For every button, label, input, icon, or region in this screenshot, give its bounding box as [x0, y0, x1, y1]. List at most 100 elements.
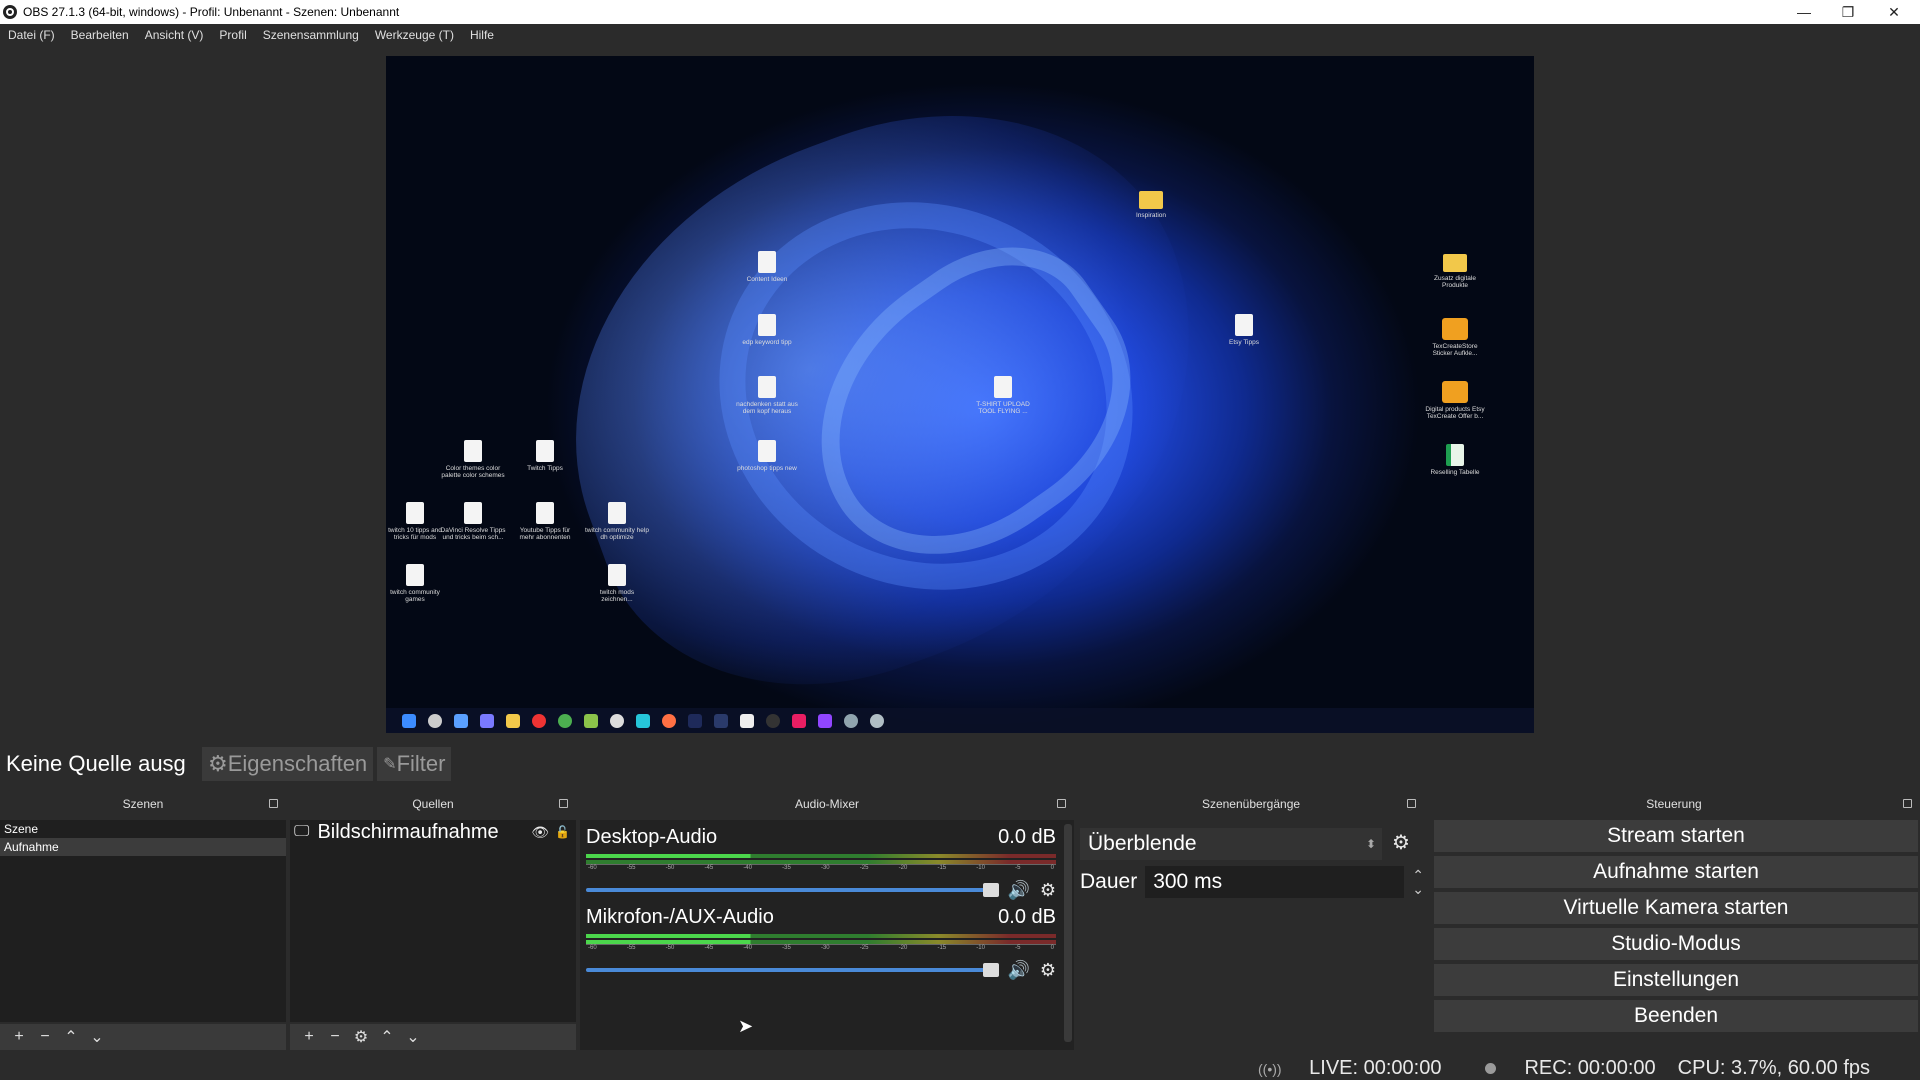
- channel-name: Mikrofon-/AUX-Audio: [586, 906, 774, 928]
- scenes-dock: Szenen Szene Aufnahme + − ⌃ ⌄: [0, 792, 286, 1050]
- volume-slider-handle[interactable]: [983, 963, 1000, 977]
- volume-slider[interactable]: [586, 883, 1000, 897]
- menu-tools[interactable]: Werkzeuge (T): [367, 28, 462, 42]
- desktop-icon: Youtube Tipps für mehr abonnenten: [512, 502, 578, 541]
- app-icon: [1442, 381, 1468, 403]
- visibility-eye-icon[interactable]: 👁: [531, 824, 549, 841]
- duration-spinbox[interactable]: 300 ms: [1145, 866, 1405, 898]
- volume-slider-handle[interactable]: [983, 883, 1000, 897]
- exit-button[interactable]: Beenden: [1434, 1000, 1918, 1032]
- cpu-indicator: CPU: 3.7%, 60.00 fps: [1677, 1056, 1870, 1079]
- folder-icon: [1443, 254, 1467, 272]
- volume-slider[interactable]: [586, 963, 1000, 977]
- level-meter: [586, 854, 1056, 858]
- move-up-button[interactable]: ⌃: [58, 1024, 84, 1050]
- controls-dock-title: Steuerung: [1428, 792, 1920, 816]
- menu-view[interactable]: Ansicht (V): [137, 28, 212, 42]
- speaker-icon[interactable]: 🔊: [1007, 880, 1029, 901]
- add-source-button[interactable]: +: [296, 1024, 322, 1050]
- audio-mixer-dock: Audio-Mixer Desktop-Audio 0.0 dB -60 -55-…: [580, 792, 1074, 1050]
- obs-logo-icon: [3, 5, 17, 19]
- document-icon: [758, 376, 776, 398]
- menu-file[interactable]: Datei (F): [0, 28, 63, 42]
- menu-help[interactable]: Hilfe: [462, 28, 502, 42]
- spin-arrows-icon[interactable]: ⌃ ⌄: [1412, 868, 1424, 896]
- app-icon: [844, 713, 858, 728]
- title-bar: OBS 27.1.3 (64-bit, windows) - Profil: U…: [0, 0, 1920, 24]
- settings-icon: [870, 713, 884, 728]
- chrome-icon: [558, 713, 572, 728]
- desktop-icon: twitch community games: [386, 564, 448, 603]
- sources-toolbar: + − ⚙ ⌃ ⌄: [290, 1024, 576, 1050]
- duration-label: Dauer: [1080, 870, 1138, 893]
- preview-canvas[interactable]: Inspiration Zusatz digitale Produkte Tex…: [386, 56, 1534, 733]
- start-virtual-camera-button[interactable]: Virtuelle Kamera starten: [1434, 892, 1918, 924]
- menu-edit[interactable]: Bearbeiten: [63, 28, 137, 42]
- twitch-icon: [818, 713, 832, 728]
- app-icon: [792, 713, 806, 728]
- search-icon: [428, 713, 442, 728]
- channel-name: Desktop-Audio: [586, 826, 718, 848]
- start-recording-button[interactable]: Aufnahme starten: [1434, 856, 1918, 888]
- opera-icon: [532, 713, 546, 728]
- document-icon: [608, 502, 626, 524]
- mixer-panel: Desktop-Audio 0.0 dB -60 -55 -50 -45 -40 -35-…: [580, 820, 1074, 1050]
- undock-icon[interactable]: [269, 799, 278, 808]
- gear-icon[interactable]: ⚙: [1040, 880, 1056, 901]
- undock-icon[interactable]: [1903, 799, 1912, 808]
- move-up-button[interactable]: ⌃: [374, 1024, 400, 1050]
- undock-icon[interactable]: [1407, 799, 1416, 808]
- obs-icon: [766, 713, 780, 728]
- taskbar: [386, 708, 1534, 733]
- scene-item[interactable]: Aufnahme: [0, 838, 286, 856]
- filters-button[interactable]: ✎ Filter: [377, 747, 452, 781]
- live-indicator: ((•)) LIVE: 00:00:00: [1258, 1056, 1442, 1079]
- document-icon: [536, 440, 554, 462]
- broadcast-icon: ((•)): [1258, 1060, 1282, 1077]
- document-icon: [536, 502, 554, 524]
- settings-button[interactable]: Einstellungen: [1434, 964, 1918, 996]
- properties-button[interactable]: ⚙ Eigenschaften: [202, 747, 374, 781]
- start-icon: [402, 713, 416, 728]
- gear-icon[interactable]: ⚙: [1040, 960, 1056, 981]
- desktop-icon: TexCreateStore Sticker Aufkle...: [1422, 318, 1488, 357]
- restore-button[interactable]: ❐: [1826, 0, 1870, 24]
- desktop-icon: DaVinci Resolve Tipps und tricks beim sc…: [440, 502, 506, 541]
- move-down-button[interactable]: ⌄: [84, 1024, 110, 1050]
- rec-indicator: REC: 00:00:00: [1463, 1057, 1656, 1080]
- add-scene-button[interactable]: +: [6, 1024, 32, 1050]
- close-button[interactable]: ✕: [1872, 0, 1916, 24]
- move-down-button[interactable]: ⌄: [400, 1024, 426, 1050]
- source-item[interactable]: 🖵 Bildschirmaufnahme 👁 🔓: [290, 820, 576, 844]
- undock-icon[interactable]: [559, 799, 568, 808]
- channel-level: 0.0 dB: [998, 826, 1056, 848]
- menu-scene-collection[interactable]: Szenensammlung: [255, 28, 367, 42]
- photoshop-icon: [688, 713, 702, 728]
- sources-dock-title: Quellen: [290, 792, 576, 816]
- transitions-dock: Szenenübergänge Überblende ⬍ ⚙ Dauer 300…: [1078, 792, 1424, 1050]
- desktop-icon: Digital products Etsy TexCreate Offer b.…: [1422, 381, 1488, 420]
- minimize-button[interactable]: —: [1782, 0, 1826, 24]
- scene-item[interactable]: Szene: [0, 820, 286, 838]
- speaker-icon[interactable]: 🔊: [1007, 960, 1029, 981]
- start-stream-button[interactable]: Stream starten: [1434, 820, 1918, 852]
- desktop-icon: Color themes color palette color schemes: [440, 440, 506, 479]
- lock-icon[interactable]: 🔓: [555, 825, 570, 839]
- gear-icon[interactable]: ⚙: [1392, 830, 1410, 855]
- taskview-icon: [454, 713, 468, 728]
- remove-scene-button[interactable]: −: [32, 1024, 58, 1050]
- remove-source-button[interactable]: −: [322, 1024, 348, 1050]
- scenes-toolbar: + − ⌃ ⌄: [0, 1024, 286, 1050]
- mixer-scrollbar[interactable]: [1064, 824, 1072, 1042]
- source-properties-button[interactable]: ⚙: [348, 1024, 374, 1050]
- document-icon: [758, 251, 776, 273]
- undock-icon[interactable]: [1057, 799, 1066, 808]
- mixer-channel: Mikrofon-/AUX-Audio 0.0 dB -60 -55 -50 -45-…: [586, 906, 1056, 980]
- channel-level: 0.0 dB: [998, 906, 1056, 928]
- folder-icon: [1139, 191, 1163, 209]
- desktop-icon: Twitch Tipps: [512, 440, 578, 472]
- menu-profile[interactable]: Profil: [211, 28, 254, 42]
- studio-mode-button[interactable]: Studio-Modus: [1434, 928, 1918, 960]
- document-icon: [406, 502, 424, 524]
- transition-select[interactable]: Überblende ⬍: [1080, 828, 1382, 860]
